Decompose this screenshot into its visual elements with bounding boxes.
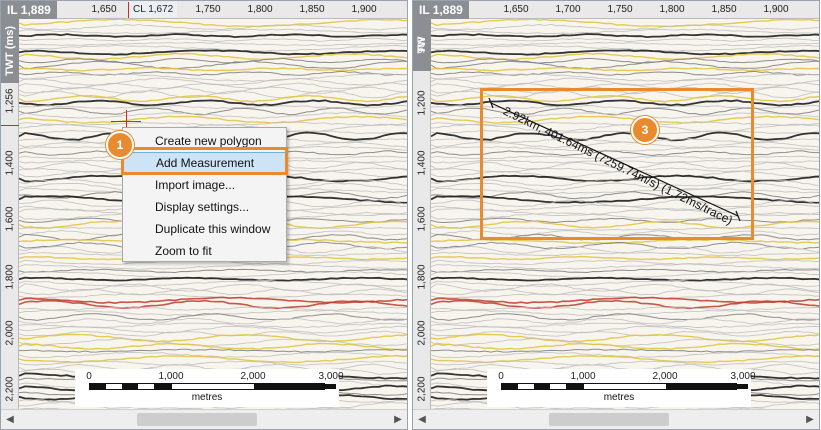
time-tick: 1,600 <box>416 206 428 232</box>
time-tick: 1,400 <box>416 150 428 176</box>
trace-tick: 1,800 <box>659 4 685 15</box>
horizontal-scrollbar[interactable]: ◀ ▶ <box>1 409 407 429</box>
horizontal-scrollbar[interactable]: ◀ ▶ <box>413 409 819 429</box>
trace-tick: 1,900 <box>763 4 789 15</box>
time-ruler[interactable]: TW 907 1,200 1,400 1,600 1,800 2,000 2,2… <box>413 19 431 409</box>
trace-tick: 1,650 <box>503 4 529 15</box>
time-tick: 2,000 <box>416 320 428 346</box>
time-tick: 1,800 <box>416 264 428 290</box>
time-ruler[interactable]: TWT (ms) 1,256 1,400 1,600 1,800 2,000 2… <box>1 19 19 409</box>
time-tick: 2,000 <box>4 320 16 346</box>
scroll-left-icon[interactable]: ◀ <box>415 414 429 426</box>
step-callout-1: 1 <box>106 131 134 159</box>
scroll-right-icon[interactable]: ▶ <box>391 414 405 426</box>
step-callout-3: 3 <box>631 116 659 144</box>
callout-highlight <box>121 147 288 175</box>
trace-tick: 1,750 <box>607 4 633 15</box>
scroll-thumb[interactable] <box>137 413 257 426</box>
inline-title: IL 1,889 <box>1 1 57 19</box>
time-tick: 2,200 <box>416 376 428 402</box>
menu-item-zoom-to-fit[interactable]: Zoom to fit <box>123 240 286 262</box>
menu-item-import-image[interactable]: Import image... <box>123 174 286 196</box>
inline-ruler[interactable]: IL 1,889 1,650 1,700 1,750 1,800 1,850 1… <box>413 1 819 19</box>
scale-bar: 0 1,000 2,000 3,000 metres <box>487 369 756 407</box>
scroll-thumb[interactable] <box>549 413 669 426</box>
menu-item-display-settings[interactable]: Display settings... <box>123 196 286 218</box>
trace-tick: 1,700 <box>555 4 581 15</box>
time-tick: 1,800 <box>4 264 16 290</box>
time-tick: 1,600 <box>4 206 16 232</box>
trace-tick: 1,750 <box>195 4 221 15</box>
scale-bar: 0 1,000 2,000 3,000 metres <box>75 369 344 407</box>
inline-title: IL 1,889 <box>413 1 469 19</box>
scroll-right-icon[interactable]: ▶ <box>803 414 817 426</box>
trace-tick: 1,900 <box>351 4 377 15</box>
trace-tick: 1,850 <box>711 4 737 15</box>
scroll-left-icon[interactable]: ◀ <box>3 414 17 426</box>
trace-tick: 1,800 <box>247 4 273 15</box>
time-tick: 2,200 <box>4 376 16 402</box>
menu-item-duplicate-window[interactable]: Duplicate this window <box>123 218 286 240</box>
inline-ruler[interactable]: IL 1,889 1,650 CL 1,672 1,750 1,800 1,85… <box>1 1 407 19</box>
time-tick: 1,200 <box>416 90 428 116</box>
time-tick: 907 <box>416 36 428 54</box>
crossline-label: CL 1,672 <box>128 2 178 18</box>
time-axis-title: TWT (ms) <box>1 19 19 83</box>
time-tick: 1,400 <box>4 150 16 176</box>
time-tick: 1,256 <box>4 88 16 114</box>
trace-tick: 1,650 <box>91 4 117 15</box>
trace-tick: 1,850 <box>299 4 325 15</box>
cursor-time-marker <box>1 125 19 126</box>
